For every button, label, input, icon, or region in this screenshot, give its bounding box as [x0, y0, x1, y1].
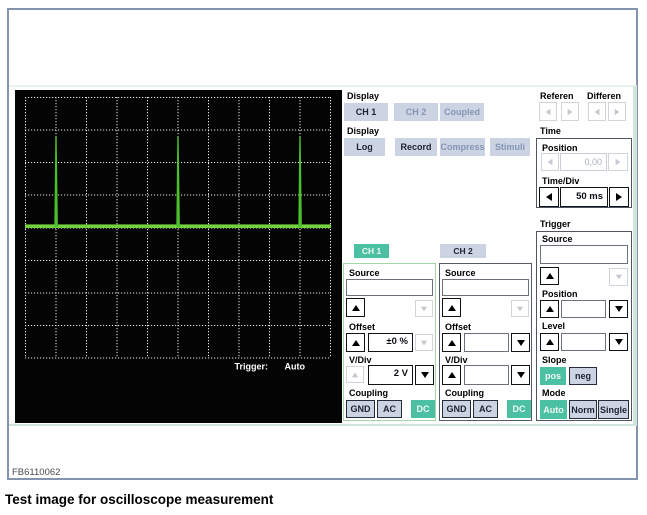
svg-text:Trigger:: Trigger:	[235, 362, 269, 372]
svg-text:Auto: Auto	[285, 362, 306, 372]
